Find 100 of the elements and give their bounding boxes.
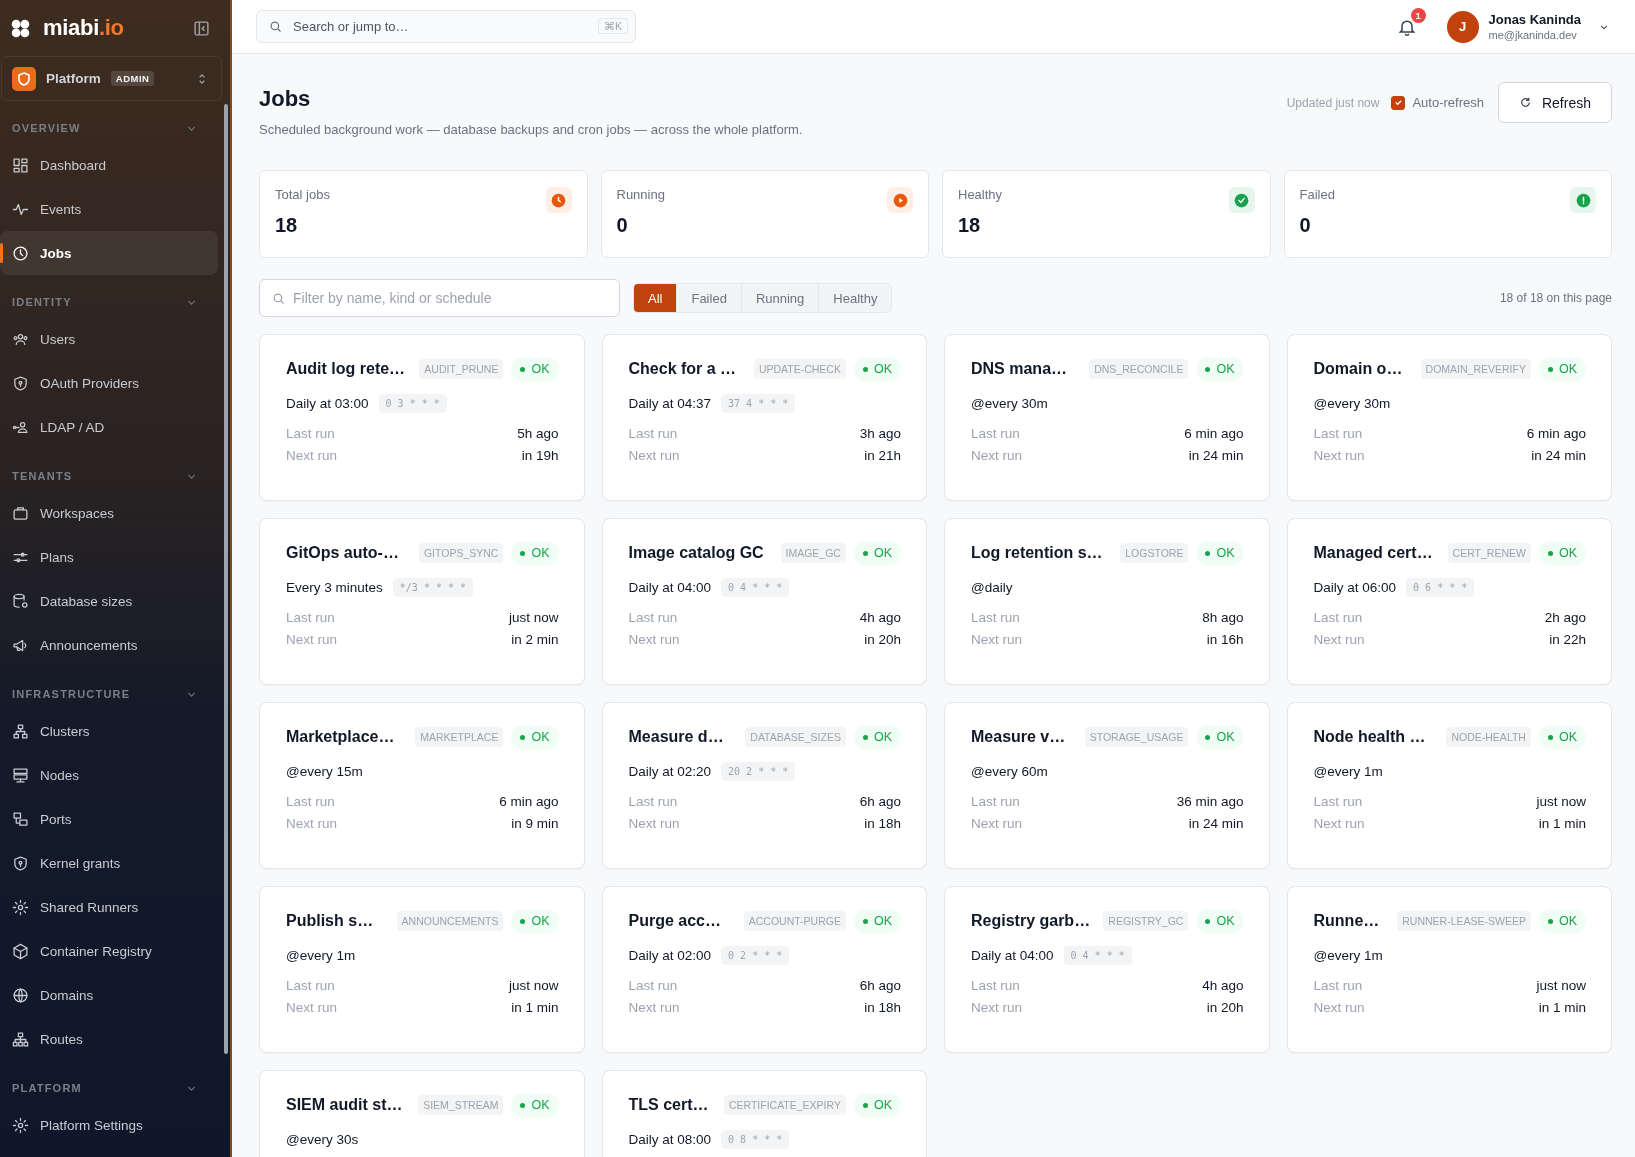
run-label: Next run — [1313, 448, 1365, 463]
checkbox[interactable] — [1391, 95, 1406, 110]
auto-refresh-checkbox[interactable]: Auto-refresh — [1391, 95, 1484, 110]
run-label: Last run — [971, 978, 1020, 993]
run-value: in 24 min — [1188, 448, 1244, 463]
job-card[interactable]: GitOps auto-… GITOPS_SYNC OK Every 3 minutes */3 * * * * Last run just now Next run in 2 min — [259, 518, 585, 685]
refresh-button[interactable]: Refresh — [1497, 82, 1612, 123]
sidebar-toggle-icon[interactable] — [193, 19, 210, 37]
cron-expression: 0 8 * * * — [721, 1129, 790, 1149]
nav-item[interactable]: Domains — [0, 973, 218, 1017]
job-card[interactable]: Registry garb… REGISTRY_GC OK Daily at 04:00 0 4 * * * Last run 4h ago Next run in 20h — [944, 886, 1270, 1053]
page-subtitle: Scheduled background work — database backups and cron jobs — across the whole platform. — [259, 122, 804, 137]
run-value: 5h ago — [517, 426, 559, 441]
job-schedule: @every 30m — [1313, 395, 1391, 411]
job-name: Runne… — [1313, 912, 1381, 930]
job-name: Log retention s… — [971, 544, 1104, 562]
run-value: in 19h — [521, 448, 559, 463]
nav-item[interactable]: Workspaces — [0, 491, 218, 535]
job-kind-tag: ANNOUNCEMENTS — [396, 911, 504, 931]
status-badge: OK — [853, 909, 901, 933]
run-value: 36 min ago — [1176, 794, 1244, 809]
job-card[interactable]: Domain o… DOMAIN_REVERIFY OK @every 30m Last run 6 min ago Next run in 24 min — [1286, 334, 1612, 501]
job-card[interactable]: Publish s… ANNOUNCEMENTS OK @every 1m Last run just now Next run in 1 min — [259, 886, 585, 1053]
nav-item[interactable]: Announcements — [0, 623, 218, 667]
notification-count: 1 — [1410, 7, 1426, 23]
nav-item[interactable]: Dashboard — [0, 143, 218, 187]
cron-expression: 0 4 * * * — [721, 577, 790, 597]
job-card[interactable]: SIEM audit st… SIEM_STREAM OK @every 30s — [259, 1070, 585, 1157]
job-schedule: @daily — [971, 579, 1013, 595]
job-card[interactable]: Measure v… STORAGE_USAGE OK @every 60m Last run 36 min ago Next run in 24 min — [944, 702, 1270, 869]
status-badge: OK — [853, 541, 901, 565]
job-card[interactable]: Log retention s… LOGSTORE OK @daily Last run 8h ago Next run in 16h — [944, 518, 1270, 685]
job-card[interactable]: Check for a … UPDATE-CHECK OK Daily at 04:37 37 4 * * * Last run 3h ago Next run in 21h — [601, 334, 927, 501]
filter-tab[interactable]: All — [634, 284, 677, 312]
status-badge: OK — [511, 357, 559, 381]
nav-item[interactable]: Events — [0, 187, 218, 231]
job-card[interactable]: Managed cert… CERT_RENEW OK Daily at 06:00 0 6 * * * Last run 2h ago Next run in 22h — [1286, 518, 1612, 685]
filter-tab[interactable]: Healthy — [818, 284, 892, 312]
job-kind-tag: NODE-HEALTH — [1446, 727, 1531, 747]
nav-item[interactable]: OAuth Providers — [0, 361, 218, 405]
nav-item[interactable]: Users — [0, 317, 218, 361]
nav-item[interactable]: Shared Runners — [0, 885, 218, 929]
job-kind-tag: STORAGE_USAGE — [1084, 727, 1189, 747]
database-icon — [12, 592, 29, 610]
avatar[interactable]: J — [1446, 10, 1479, 43]
job-kind-tag: SIEM_STREAM — [418, 1095, 504, 1115]
job-name: Publish s… — [286, 912, 375, 930]
nav-item[interactable]: Routes — [0, 1017, 218, 1061]
run-label: Last run — [628, 426, 678, 441]
run-value: in 20h — [1206, 1000, 1244, 1015]
result-count: 18 of 18 on this page — [1499, 291, 1612, 305]
run-label: Last run — [1313, 610, 1363, 625]
job-card[interactable]: Audit log rete… AUDIT_PRUNE OK Daily at 03:00 0 3 * * * Last run 5h ago Next run in 19h — [259, 334, 585, 501]
run-label: Last run — [286, 610, 335, 625]
nav-item[interactable]: Kernel grants — [0, 841, 218, 885]
section-title: PLATFORM — [12, 1082, 83, 1094]
job-card[interactable]: Purge acc… ACCOUNT-PURGE OK Daily at 02:00 0 2 * * * Last run 6h ago Next run in 18h — [601, 886, 927, 1053]
status-badge: OK — [853, 1093, 901, 1117]
nav-item[interactable]: Container Registry — [0, 929, 218, 973]
workspace-name: Platform — [46, 71, 101, 86]
monitor-icon — [12, 810, 29, 828]
status-badge: OK — [1538, 357, 1586, 381]
page-title: Jobs — [259, 86, 312, 112]
grid-icon — [12, 156, 29, 174]
job-schedule: Daily at 06:00 — [1313, 579, 1397, 595]
job-card[interactable]: TLS cert… CERTIFICATE_EXPIRY OK Daily at 08:00 0 8 * * * — [601, 1070, 927, 1157]
shield-icon — [12, 374, 29, 392]
nav-item[interactable]: Database sizes — [0, 579, 218, 623]
nav-item[interactable]: Ports — [0, 797, 218, 841]
job-name: Registry garb… — [971, 912, 1092, 930]
job-kind-tag: CERTIFICATE_EXPIRY — [723, 1095, 846, 1115]
run-label: Last run — [286, 794, 335, 809]
job-card[interactable]: Node health … NODE-HEALTH OK @every 1m Last run just now Next run in 1 min — [1286, 702, 1612, 869]
run-label: Next run — [286, 816, 338, 831]
nav-item[interactable]: Jobs — [0, 231, 218, 275]
scrollbar[interactable] — [224, 104, 228, 1054]
nav-item[interactable]: Plans — [0, 535, 218, 579]
job-card[interactable]: Measure d… DATABASE_SIZES OK Daily at 02:20 20 2 * * * Last run 6h ago Next run in 18h — [601, 702, 927, 869]
job-card[interactable]: Runne… RUNNER-LEASE-SWEEP OK @every 1m Last run just now Next run in 1 min — [1286, 886, 1612, 1053]
workspace-switcher[interactable]: Platform ADMIN — [1, 56, 222, 101]
job-kind-tag: LOGSTORE — [1120, 543, 1189, 563]
job-name: SIEM audit st… — [286, 1096, 404, 1114]
run-label: Next run — [286, 632, 338, 647]
nav-item[interactable]: Nodes — [0, 753, 218, 797]
run-label: Last run — [1313, 794, 1363, 809]
nav-item[interactable]: LDAP / AD — [0, 405, 218, 449]
job-name: Managed cert… — [1313, 544, 1434, 562]
job-card[interactable]: Image catalog GC IMAGE_GC OK Daily at 04:00 0 4 * * * Last run 4h ago Next run in 20h — [601, 518, 927, 685]
status-badge: OK — [1538, 909, 1586, 933]
job-kind-tag: ACCOUNT-PURGE — [743, 911, 846, 931]
nav-item[interactable]: Platform Settings — [0, 1103, 218, 1147]
server-icon — [12, 766, 29, 784]
filter-field[interactable]: Filter by name, kind or schedule — [259, 279, 620, 317]
run-value: in 21h — [864, 448, 901, 463]
job-card[interactable]: DNS mana… DNS_RECONCILE OK @every 30m Last run 6 min ago Next run in 24 min — [944, 334, 1270, 501]
run-value: in 1 min — [1538, 816, 1586, 831]
briefcase-icon — [12, 504, 29, 522]
nav-item[interactable]: Clusters — [0, 709, 218, 753]
cron-expression: 37 4 * * * — [721, 393, 796, 413]
job-card[interactable]: Marketplace… MARKETPLACE OK @every 15m Last run 6 min ago Next run in 9 min — [259, 702, 585, 869]
